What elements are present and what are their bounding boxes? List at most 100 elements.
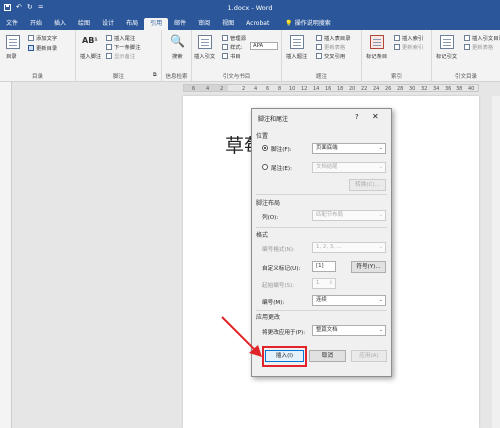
footnote-radio[interactable]: [262, 145, 268, 151]
table-of-figures-icon: [316, 35, 322, 41]
tell-me-search[interactable]: 💡 操作说明搜索: [279, 18, 336, 30]
columns-value: 匹配节布局: [316, 212, 343, 218]
dialog-title: 脚注和尾注: [258, 116, 289, 123]
chevron-down-icon: ⌄: [378, 244, 383, 250]
mark-entry-button[interactable]: 标记条目: [366, 52, 387, 60]
update-toc-button[interactable]: 更新目录: [28, 44, 57, 52]
insert-footnote-button[interactable]: 插入脚注: [80, 52, 101, 60]
endnote-radio[interactable]: [262, 164, 268, 170]
tab-file[interactable]: 文件: [0, 18, 24, 30]
footnote-dialog-launcher-icon[interactable]: ⧉: [153, 72, 157, 78]
mark-entry-icon[interactable]: [370, 35, 384, 49]
next-footnote-button[interactable]: 下一条脚注: [106, 43, 141, 51]
divider: [256, 310, 387, 311]
update-index-button[interactable]: 更新索引: [394, 43, 423, 51]
layout-heading: 脚注布局: [256, 200, 281, 207]
search-icon[interactable]: 🔍: [170, 34, 185, 48]
cross-reference-icon: [316, 53, 322, 59]
custom-mark-input[interactable]: [1]: [312, 261, 336, 272]
start-at-label: 起始编号(S):: [262, 283, 295, 289]
mark-citation-button[interactable]: 标记引文: [436, 52, 457, 60]
insert-table-of-figures-button[interactable]: 插入表目录: [316, 34, 351, 42]
apply-to-select[interactable]: 整篇文档 ⌄: [312, 325, 386, 336]
toc-icon[interactable]: [6, 35, 20, 49]
tab-design[interactable]: 设计: [96, 18, 120, 30]
toc-button[interactable]: 目录: [6, 52, 17, 60]
research-search-button[interactable]: 搜索: [172, 52, 183, 60]
chevron-down-icon: ⌄: [378, 327, 383, 333]
bibliography-button[interactable]: 书目: [222, 52, 241, 60]
insert-footnote-icon[interactable]: AB¹: [82, 36, 98, 45]
ruler-tick: 12: [301, 86, 308, 92]
group-captions: 插入题注 插入表目录 更新表格 交叉引用 题注: [282, 30, 362, 81]
ruler-tick: 22: [361, 86, 368, 92]
tab-home[interactable]: 开始: [24, 18, 48, 30]
endnote-icon: [106, 35, 112, 41]
tab-review[interactable]: 审阅: [192, 18, 216, 30]
update-table-button[interactable]: 更新表格: [316, 43, 345, 51]
footnote-position-select[interactable]: 页面底端 ⌄: [312, 143, 386, 154]
number-format-select[interactable]: 1, 2, 3, ... ⌄: [312, 242, 386, 253]
ribbon-tabs: 文件 开始 插入 绘图 设计 布局 引用 邮件 审阅 视图 Acrobat 💡 …: [0, 16, 500, 30]
numbering-select[interactable]: 连续 ⌄: [312, 295, 386, 306]
group-research: 🔍 搜索 信息检索: [162, 30, 192, 81]
next-footnote-label: 下一条脚注: [114, 45, 141, 51]
insert-caption-button[interactable]: 插入题注: [286, 52, 307, 60]
ruler-tick: 34: [433, 86, 440, 92]
start-at-stepper[interactable]: 1 ⇕: [312, 278, 336, 289]
update-toa-label: 更新表格: [472, 45, 494, 51]
citation-style-select[interactable]: APA: [250, 42, 278, 50]
group-toa: 标记引文 插入引文目录 更新表格 引文目录: [432, 30, 500, 81]
cancel-button[interactable]: 取消: [309, 350, 346, 362]
tab-mailings[interactable]: 邮件: [168, 18, 192, 30]
horizontal-ruler[interactable]: 6 4 2 2 4 6 8 10 12 14 16 18 20 22 24 26…: [183, 84, 479, 92]
insert-citation-button[interactable]: 插入引文: [194, 52, 215, 60]
ruler-tick: 28: [397, 86, 404, 92]
style-label: 样式:: [230, 45, 243, 51]
add-text-button[interactable]: 添加文字: [28, 34, 57, 42]
tab-view[interactable]: 视图: [216, 18, 240, 30]
insert-index-icon: [394, 35, 400, 41]
group-label-index: 索引: [390, 74, 402, 80]
group-label-citations: 引文与书目: [222, 74, 251, 80]
help-button[interactable]: ?: [355, 113, 359, 121]
update-toa-button[interactable]: 更新表格: [464, 43, 493, 51]
cross-reference-button[interactable]: 交叉引用: [316, 52, 345, 60]
table-of-figures-label: 插入表目录: [324, 36, 351, 42]
insert-caption-icon[interactable]: [290, 35, 304, 49]
insert-index-button[interactable]: 插入索引: [394, 34, 423, 42]
insert-toa-icon: [464, 35, 470, 41]
ruler-tick: 2: [242, 86, 246, 92]
ruler-tick: 16: [325, 86, 332, 92]
close-button[interactable]: ✕: [372, 112, 379, 121]
number-format-value: 1, 2, 3, ...: [316, 244, 342, 250]
group-label-captions: 题注: [315, 74, 327, 80]
mark-citation-icon[interactable]: [440, 35, 454, 49]
tab-insert[interactable]: 插入: [48, 18, 72, 30]
show-notes-label: 显示备注: [114, 54, 136, 60]
add-text-label: 添加文字: [36, 36, 58, 42]
insert-citation-icon[interactable]: [198, 35, 212, 49]
symbol-button[interactable]: 符号(Y)...: [351, 261, 386, 273]
insert-toa-button[interactable]: 插入引文目录: [464, 34, 500, 42]
insert-endnote-button[interactable]: 插入尾注: [106, 34, 135, 42]
tab-references[interactable]: 引用: [144, 18, 169, 30]
footnote-label: 脚注(F):: [271, 147, 292, 153]
update-table-label: 更新表格: [324, 45, 346, 51]
tab-layout[interactable]: 布局: [120, 18, 144, 30]
endnote-position-value: 文档结尾: [316, 164, 338, 170]
group-label-research: 信息检索: [165, 74, 188, 80]
columns-select[interactable]: 匹配节布局 ⌄: [312, 210, 386, 221]
apply-to-value: 整篇文档: [316, 327, 338, 333]
vertical-scrollbar[interactable]: [492, 96, 500, 428]
update-icon: [28, 45, 34, 51]
tab-acrobat[interactable]: Acrobat: [240, 18, 275, 30]
citation-style-label: 样式:: [222, 43, 242, 51]
manage-sources-button[interactable]: 管理源: [222, 34, 246, 42]
endnote-position-select[interactable]: 文档结尾 ⌄: [312, 162, 386, 173]
convert-button[interactable]: 转换(C)...: [349, 179, 386, 191]
update-index-icon: [394, 44, 400, 50]
apply-button[interactable]: 应用(A): [351, 350, 387, 362]
show-notes-button[interactable]: 显示备注: [106, 52, 135, 60]
tab-draw[interactable]: 绘图: [72, 18, 96, 30]
